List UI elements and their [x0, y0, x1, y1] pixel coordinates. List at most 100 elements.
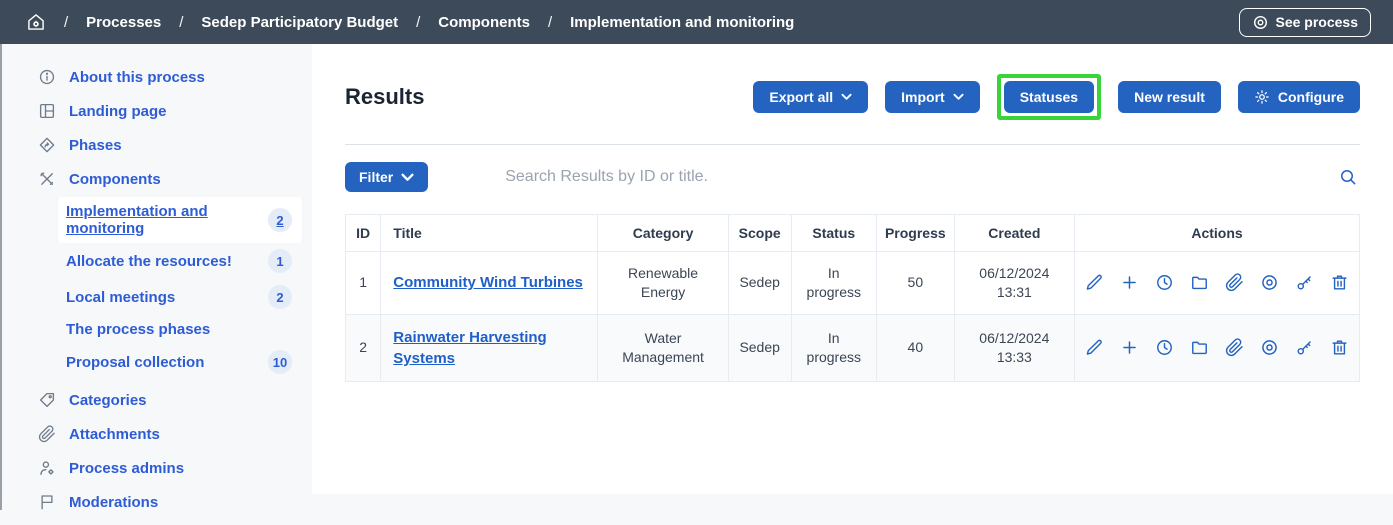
row-actions	[1085, 338, 1349, 357]
breadcrumb-current-component[interactable]: Implementation and monitoring	[570, 14, 794, 31]
configure-button[interactable]: Configure	[1238, 81, 1360, 113]
breadcrumb: / Processes / Sedep Participatory Budget…	[26, 12, 812, 32]
col-header-scope: Scope	[728, 215, 791, 252]
info-icon	[38, 68, 56, 86]
import-label: Import	[901, 89, 945, 105]
flag-icon	[38, 493, 56, 511]
breadcrumb-separator: /	[64, 14, 68, 31]
count-badge: 2	[268, 208, 292, 232]
chevron-down-icon	[401, 173, 414, 182]
preview-icon[interactable]	[1260, 273, 1279, 292]
subnav-item-local-meetings[interactable]: Local meetings 2	[58, 279, 302, 315]
cell-id: 2	[346, 314, 381, 381]
count-badge: 1	[268, 249, 292, 273]
preview-icon[interactable]	[1260, 338, 1279, 357]
components-subnav: Implementation and monitoring 2 Allocate…	[2, 196, 312, 383]
sidebar-item-label: Components	[69, 171, 161, 188]
filter-button[interactable]: Filter	[345, 162, 428, 192]
layout-icon	[38, 102, 56, 120]
subnav-item-proposal-collection[interactable]: Proposal collection 10	[58, 344, 302, 380]
home-breadcrumb-link[interactable]	[26, 12, 46, 32]
key-icon[interactable]	[1295, 273, 1314, 292]
cell-created: 06/12/2024 13:33	[954, 314, 1074, 381]
statuses-button[interactable]: Statuses	[1004, 81, 1094, 113]
import-button[interactable]: Import	[885, 81, 980, 113]
statuses-label: Statuses	[1020, 89, 1078, 105]
breadcrumb-processes[interactable]: Processes	[86, 14, 161, 31]
subnav-item-label: Implementation and monitoring	[66, 203, 268, 237]
cell-created: 06/12/2024 13:31	[954, 252, 1074, 315]
eye-icon	[1252, 14, 1269, 31]
col-header-category: Category	[598, 215, 729, 252]
breadcrumb-components[interactable]: Components	[438, 14, 530, 31]
cell-id: 1	[346, 252, 381, 315]
sidebar-item-process-admins[interactable]: Process admins	[2, 451, 312, 485]
route-icon	[38, 136, 56, 154]
col-header-id: ID	[346, 215, 381, 252]
results-table: ID Title Category Scope Status Progress …	[345, 214, 1360, 382]
cell-progress: 50	[876, 252, 954, 315]
see-process-button[interactable]: See process	[1239, 8, 1372, 37]
topbar: / Processes / Sedep Participatory Budget…	[0, 0, 1393, 44]
paperclip-icon	[38, 425, 56, 443]
edit-icon[interactable]	[1085, 273, 1104, 292]
subnav-item-label: The process phases	[66, 321, 210, 338]
cell-status: In progress	[791, 314, 876, 381]
cell-category: Renewable Energy	[598, 252, 729, 315]
result-title-link[interactable]: Rainwater Harvesting Systems	[393, 329, 546, 367]
sidebar-item-label: Attachments	[69, 426, 160, 443]
attachment-icon[interactable]	[1225, 338, 1244, 357]
export-all-label: Export all	[769, 89, 833, 105]
row-actions	[1085, 273, 1349, 292]
trash-icon[interactable]	[1330, 338, 1349, 357]
cell-status: In progress	[791, 252, 876, 315]
new-result-button[interactable]: New result	[1118, 81, 1221, 113]
subnav-item-implementation-and-monitoring[interactable]: Implementation and monitoring 2	[58, 197, 302, 243]
results-panel: Results Export all Import Statuses	[312, 44, 1393, 494]
history-icon[interactable]	[1155, 273, 1174, 292]
search-button[interactable]	[1336, 165, 1360, 189]
table-header-row: ID Title Category Scope Status Progress …	[346, 215, 1360, 252]
history-icon[interactable]	[1155, 338, 1174, 357]
sidebar-item-label: Phases	[69, 137, 122, 154]
divider	[345, 144, 1360, 145]
attachment-icon[interactable]	[1225, 273, 1244, 292]
sidebar-item-categories[interactable]: Categories	[2, 383, 312, 417]
count-badge: 10	[268, 350, 292, 374]
statuses-highlight-box: Statuses	[997, 74, 1101, 120]
breadcrumb-process-name[interactable]: Sedep Participatory Budget	[201, 14, 398, 31]
sidebar-item-label: Process admins	[69, 460, 184, 477]
search-input[interactable]	[503, 167, 1326, 187]
add-icon[interactable]	[1120, 273, 1139, 292]
toolbar: Export all Import Statuses	[753, 74, 1360, 120]
sidebar-item-label: Moderations	[69, 494, 158, 511]
result-title-link[interactable]: Community Wind Turbines	[393, 274, 583, 291]
key-icon[interactable]	[1295, 338, 1314, 357]
sidebar-item-components[interactable]: Components	[2, 162, 312, 196]
search-icon	[1338, 167, 1358, 187]
breadcrumb-separator: /	[179, 14, 183, 31]
sidebar-item-landing-page[interactable]: Landing page	[2, 94, 312, 128]
folder-icon[interactable]	[1190, 338, 1209, 357]
folder-icon[interactable]	[1190, 273, 1209, 292]
tools-icon	[38, 170, 56, 188]
trash-icon[interactable]	[1330, 273, 1349, 292]
new-result-label: New result	[1134, 89, 1205, 105]
export-all-button[interactable]: Export all	[753, 81, 868, 113]
sidebar-item-about[interactable]: About this process	[2, 60, 312, 94]
col-header-title: Title	[381, 215, 598, 252]
subnav-item-the-process-phases[interactable]: The process phases	[58, 315, 302, 344]
tag-icon	[38, 391, 56, 409]
add-icon[interactable]	[1120, 338, 1139, 357]
col-header-progress: Progress	[876, 215, 954, 252]
sidebar-item-attachments[interactable]: Attachments	[2, 417, 312, 451]
breadcrumb-separator: /	[548, 14, 552, 31]
edit-icon[interactable]	[1085, 338, 1104, 357]
subnav-item-allocate-the-resources[interactable]: Allocate the resources! 1	[58, 243, 302, 279]
col-header-status: Status	[791, 215, 876, 252]
col-header-actions: Actions	[1075, 215, 1360, 252]
sidebar-item-moderations[interactable]: Moderations	[2, 485, 312, 519]
sidebar-item-phases[interactable]: Phases	[2, 128, 312, 162]
configure-label: Configure	[1278, 89, 1344, 105]
filter-label: Filter	[359, 169, 393, 185]
